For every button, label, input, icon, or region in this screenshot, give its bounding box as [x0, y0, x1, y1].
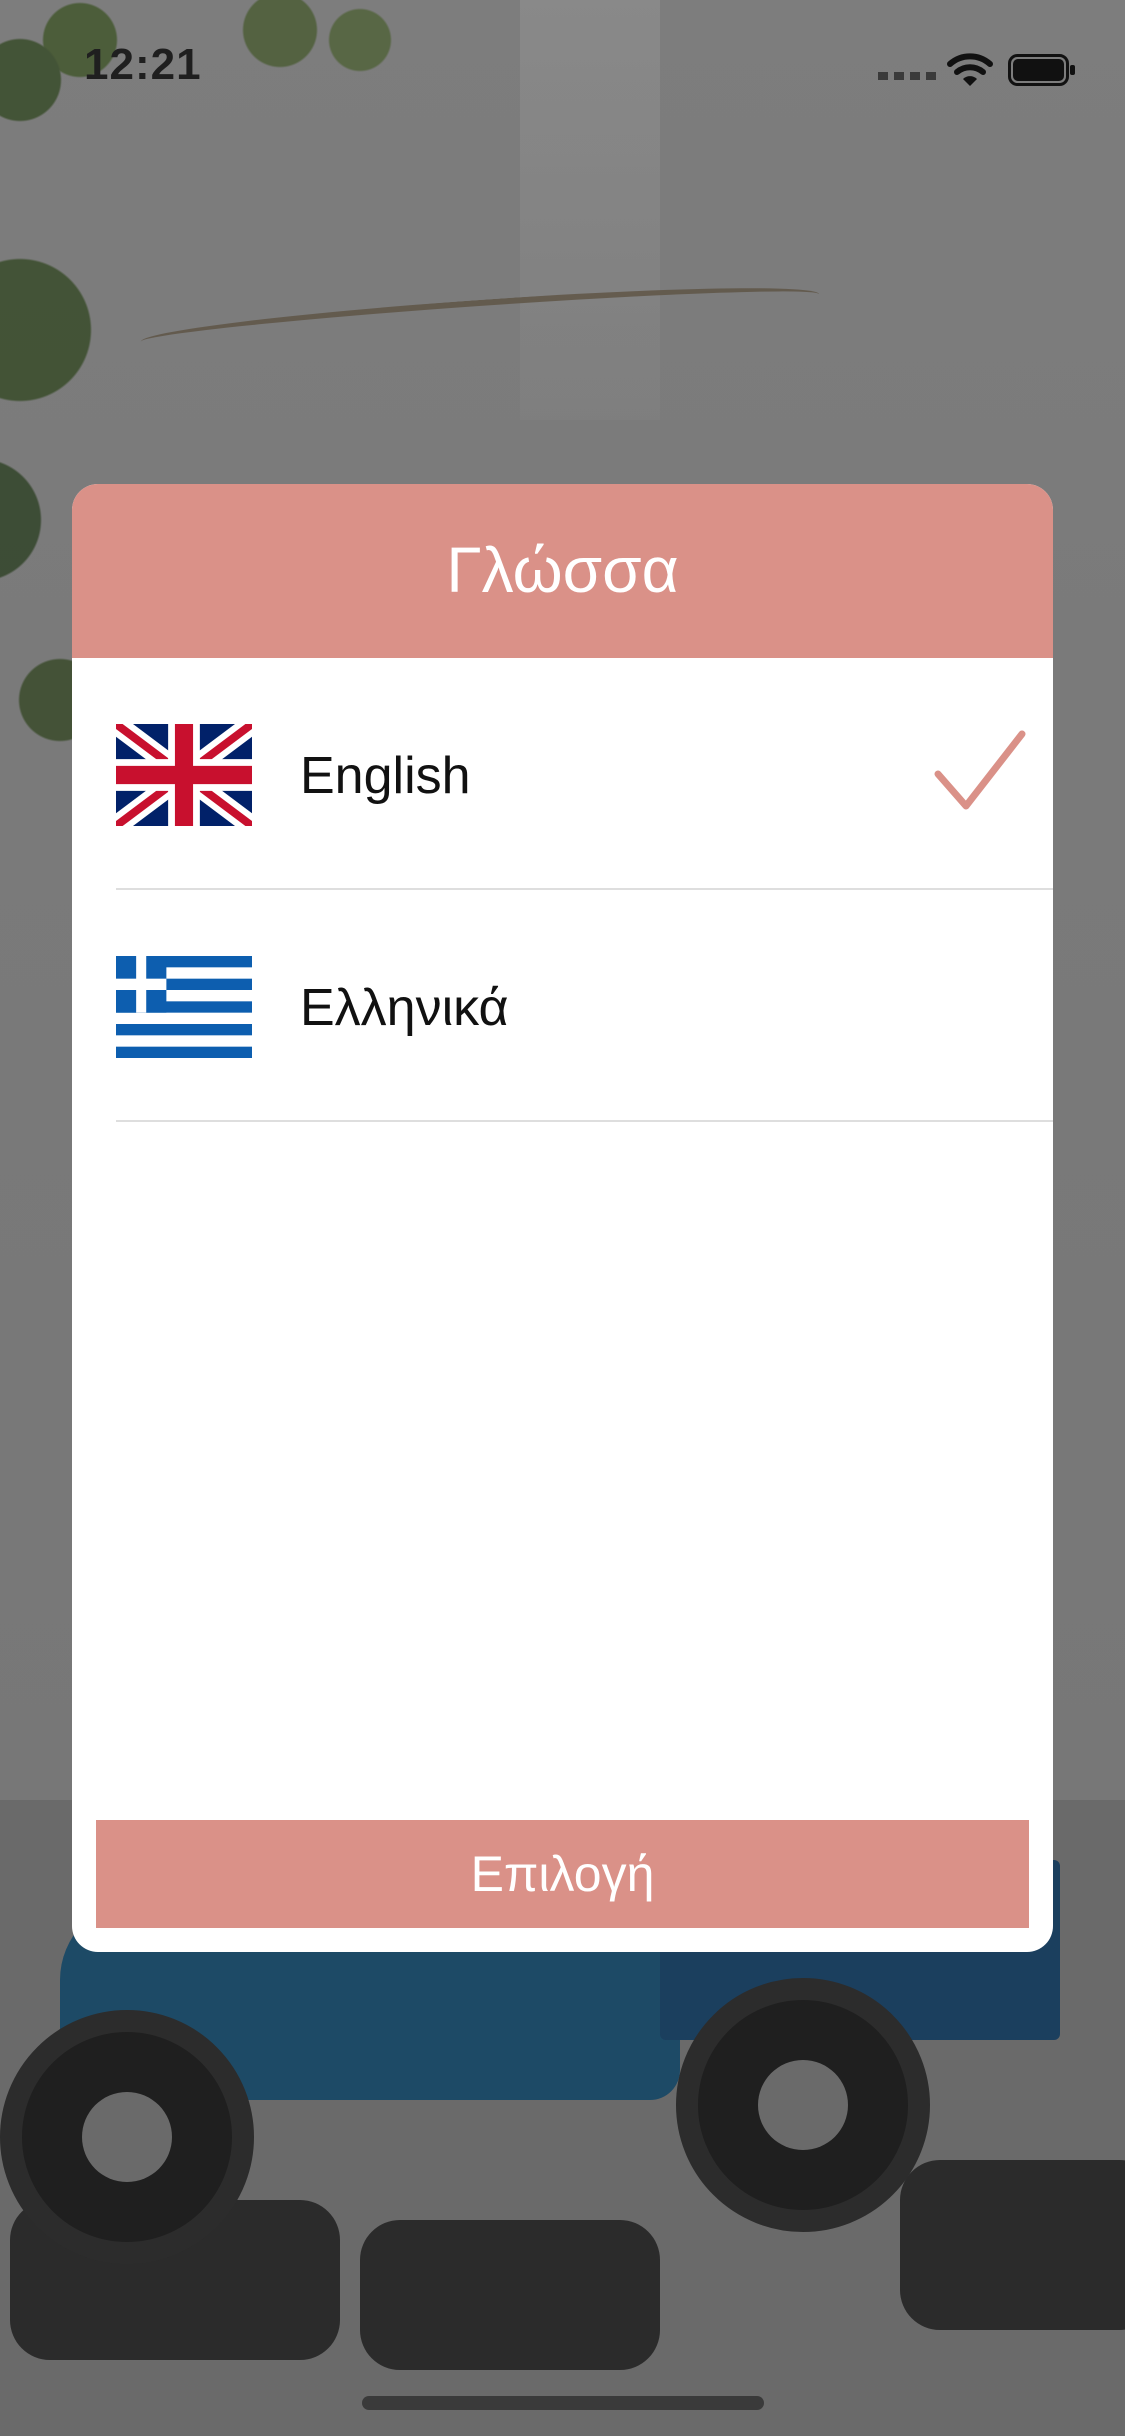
- select-button[interactable]: Επιλογή: [96, 1820, 1029, 1928]
- checkmark-icon: [932, 726, 1028, 816]
- row-divider: [116, 1120, 1053, 1122]
- uk-flag-icon: [116, 724, 252, 826]
- app-screen: 12:21 Γλώσσα English Ελληνικά Επιλογή: [0, 0, 1125, 2436]
- language-dialog: Γλώσσα English Ελληνικά Επιλογή: [72, 484, 1053, 1952]
- greece-flag-icon: [116, 956, 252, 1058]
- language-option-english[interactable]: English: [72, 658, 1053, 890]
- battery-icon: [1008, 54, 1076, 86]
- signal-icon: [878, 72, 938, 80]
- home-indicator[interactable]: [362, 2396, 764, 2410]
- scooter-wheel: [676, 1978, 930, 2232]
- status-time: 12:21: [84, 40, 202, 89]
- language-label-english: English: [300, 747, 471, 805]
- background-stone: [360, 2220, 660, 2370]
- dialog-header: Γλώσσα: [72, 484, 1053, 658]
- language-label-greek: Ελληνικά: [300, 979, 509, 1037]
- scooter-wheel: [0, 2010, 254, 2264]
- dialog-title: Γλώσσα: [446, 534, 679, 606]
- language-option-greek[interactable]: Ελληνικά: [72, 890, 1053, 1122]
- status-bar: 12:21: [0, 0, 1125, 132]
- wifi-icon: [946, 50, 994, 90]
